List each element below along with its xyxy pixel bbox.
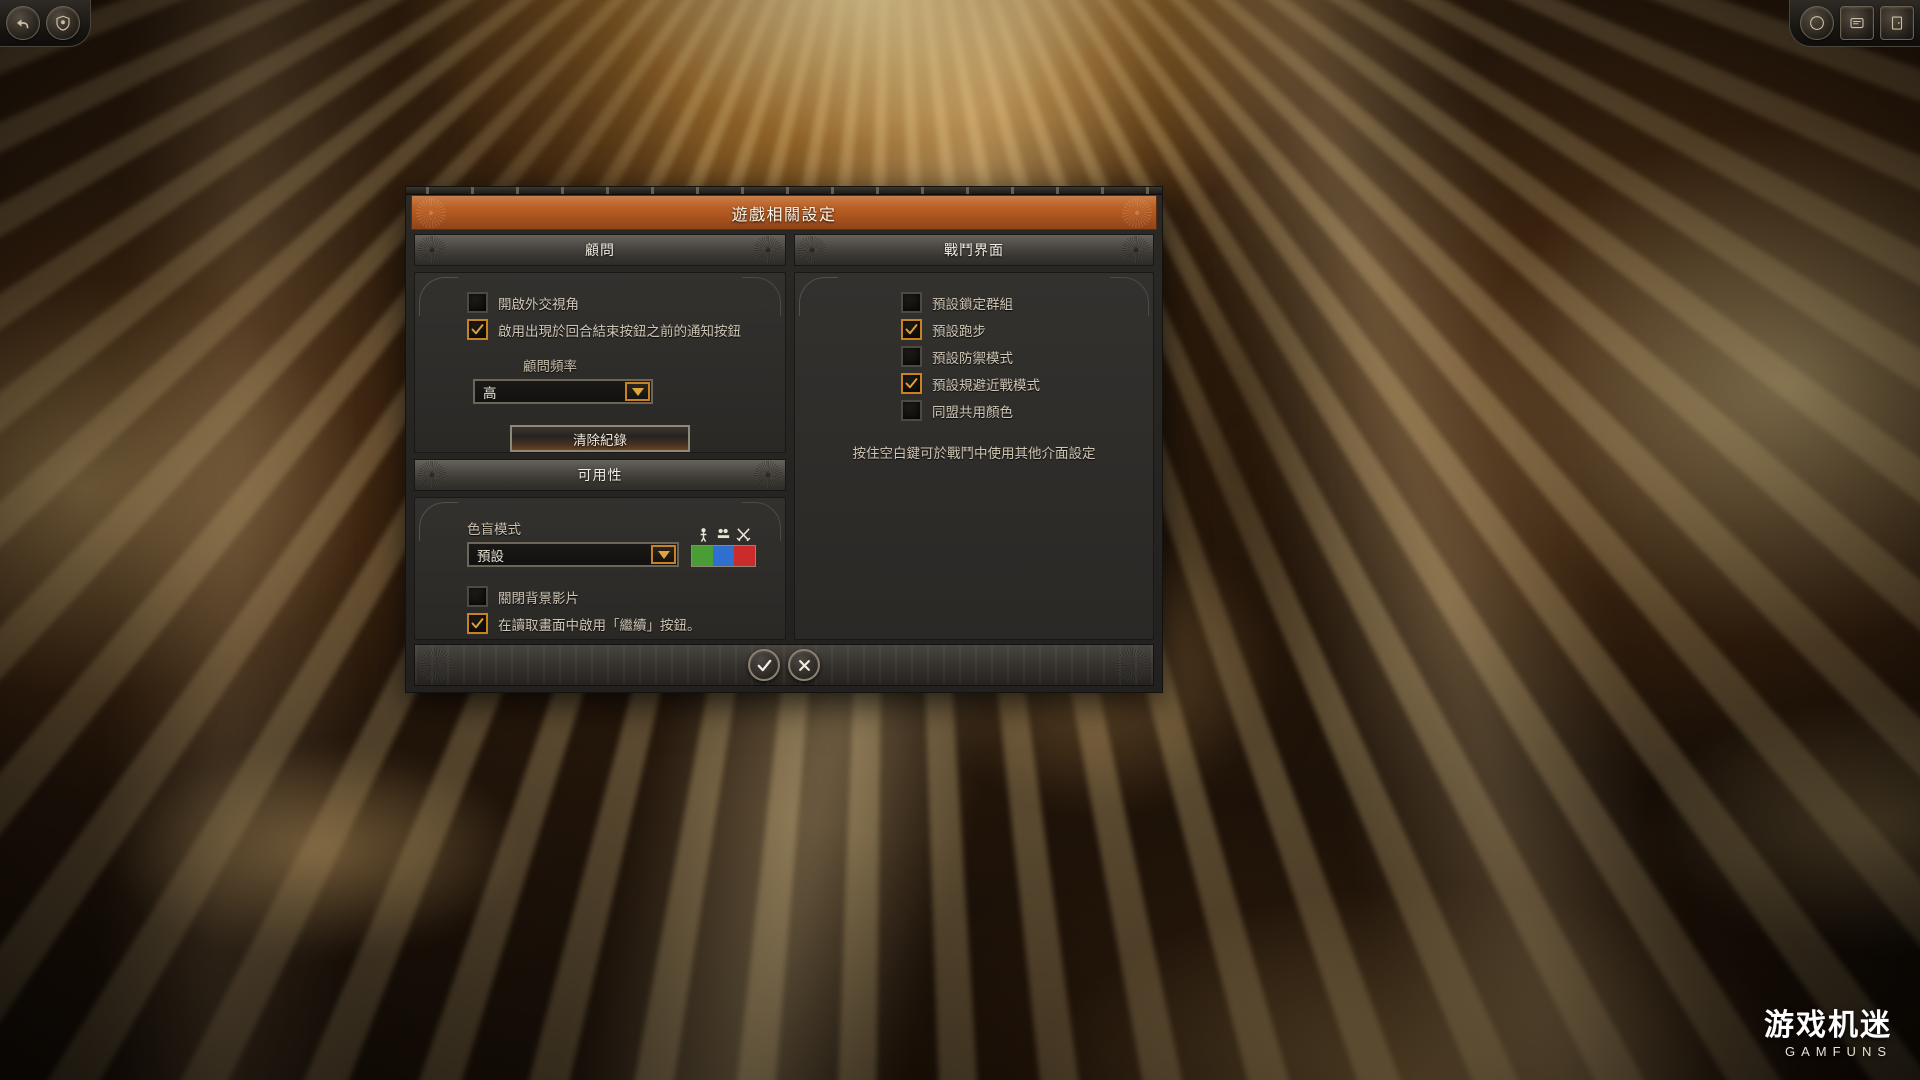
- checkbox-allied-shared-colour[interactable]: [901, 400, 922, 421]
- check-icon: [471, 618, 484, 629]
- accessibility-section-body: 色盲模式 預設 關閉背景影片 在讀取畫面中啟用「繼續」按鈕。: [414, 497, 786, 640]
- clear-record-button[interactable]: 清除紀錄: [510, 425, 690, 452]
- accessibility-section-title: 可用性: [577, 468, 623, 484]
- colorblind-mode-dropdown[interactable]: 預設: [467, 542, 679, 567]
- swatch-red: [734, 546, 755, 566]
- watermark-line-2: GAMFUNS: [1785, 1044, 1892, 1059]
- checkbox-row-end-turn-notification[interactable]: 啟用出現於回合結束按鈕之前的通知按鈕: [415, 316, 785, 343]
- checkbox-label-allied-shared-colour: 同盟共用顏色: [932, 404, 1013, 421]
- dialog-top-studs: [406, 187, 1162, 195]
- checkbox-row-loading-continue-button[interactable]: 在讀取畫面中啟用「繼續」按鈕。: [415, 610, 785, 637]
- advisor-section-body: 開啟外交視角 啟用出現於回合結束按鈕之前的通知按鈕 顧問頻率 高 清除紀錄: [414, 272, 786, 453]
- checkbox-label-loading-continue-button: 在讀取畫面中啟用「繼續」按鈕。: [498, 617, 701, 634]
- checkbox-row-allied-shared-colour[interactable]: 同盟共用顏色: [795, 397, 1153, 424]
- battle-ui-section-title: 戰鬥界面: [944, 243, 1004, 259]
- checkbox-label-default-skirmish-mode: 預設規避近戰模式: [932, 377, 1040, 394]
- dialog-panels: 顧問 開啟外交視角 啟用出現於回合結束按鈕之前的通知按鈕 顧問頻率 高 清除紀錄…: [414, 234, 1154, 640]
- checkbox-row-default-lock-group[interactable]: 預設鎖定群組: [795, 289, 1153, 316]
- chevron-down-icon[interactable]: [625, 382, 650, 401]
- exit-button[interactable]: [1880, 6, 1914, 40]
- colorblind-mode-value: 預設: [477, 548, 504, 565]
- help-button[interactable]: [1800, 6, 1834, 40]
- back-arrow-icon: [17, 19, 29, 29]
- game-settings-dialog: 遊戲相關設定 顧問 開啟外交視角 啟用出現於回合結束按鈕之前的通知按鈕 顧問頻率…: [405, 186, 1163, 693]
- advisor-frequency-dropdown[interactable]: 高: [473, 379, 653, 404]
- dialog-footer: [414, 644, 1154, 686]
- checkbox-row-default-guard-mode[interactable]: 預設防禦模式: [795, 343, 1153, 370]
- check-icon: [905, 324, 918, 335]
- top-left-button-cluster: [0, 0, 91, 47]
- chevron-down-icon[interactable]: [651, 545, 676, 564]
- checkbox-label-diplomacy-view: 開啟外交視角: [498, 296, 579, 313]
- checkbox-disable-background-video[interactable]: [467, 586, 488, 607]
- back-button[interactable]: [6, 6, 40, 40]
- cavalry-icon: [717, 528, 730, 539]
- check-icon: [757, 659, 771, 671]
- checkbox-default-run[interactable]: [901, 319, 922, 340]
- accessibility-checkbox-list: 關閉背景影片 在讀取畫面中啟用「繼續」按鈕。: [415, 567, 785, 637]
- advisor-frequency-dropdown-wrap: 高: [415, 375, 785, 404]
- check-icon: [905, 378, 918, 389]
- advisor-frequency-value: 高: [483, 385, 497, 402]
- checkbox-label-default-guard-mode: 預設防禦模式: [932, 350, 1013, 367]
- compass-icon: [1810, 16, 1824, 30]
- swatch-blue: [713, 546, 734, 566]
- colorblind-preview: [691, 526, 756, 567]
- cancel-button[interactable]: [788, 649, 820, 681]
- watermark-line-1: 游戏机迷: [1764, 1008, 1892, 1043]
- advisor-section-header: 顧問: [414, 234, 786, 266]
- dialog-title-bar: 遊戲相關設定: [411, 195, 1157, 230]
- watermark: 游戏机迷 GAMFUNS: [1764, 1008, 1892, 1059]
- unit-icon-group: [691, 526, 756, 543]
- save-game-button[interactable]: [1840, 6, 1874, 40]
- checkbox-row-default-run[interactable]: 預設跑步: [795, 316, 1153, 343]
- checkbox-label-disable-background-video: 關閉背景影片: [498, 590, 579, 607]
- checkbox-default-skirmish-mode[interactable]: [901, 373, 922, 394]
- crossed-swords-icon: [736, 528, 751, 542]
- shield-icon: [56, 15, 70, 31]
- battle-ui-checkbox-list: 預設鎖定群組 預設跑步 預設防禦模式 預設規避近戰模式 同盟共用顏色 按住空白鍵…: [795, 273, 1153, 462]
- battle-ui-section-header: 戰鬥界面: [794, 234, 1154, 266]
- checkbox-default-lock-group[interactable]: [901, 292, 922, 313]
- accessibility-section-header: 可用性: [414, 459, 786, 491]
- checkbox-label-default-run: 預設跑步: [932, 323, 986, 340]
- checkbox-row-diplomacy-view[interactable]: 開啟外交視角: [415, 289, 785, 316]
- advisor-checkbox-list: 開啟外交視角 啟用出現於回合結束按鈕之前的通知按鈕 顧問頻率 高 清除紀錄: [415, 273, 785, 452]
- colorblind-group: 色盲模式 預設: [415, 498, 785, 567]
- menu-button[interactable]: [46, 6, 80, 40]
- clear-record-button-wrap: 清除紀錄: [415, 404, 785, 452]
- checkbox-row-default-skirmish-mode[interactable]: 預設規避近戰模式: [795, 370, 1153, 397]
- advisor-frequency-group: 顧問頻率: [415, 343, 785, 375]
- swatch-green: [692, 546, 713, 566]
- colorblind-mode-label: 色盲模式: [467, 522, 521, 538]
- checkbox-diplomacy-view[interactable]: [467, 292, 488, 313]
- checkbox-default-guard-mode[interactable]: [901, 346, 922, 367]
- left-column: 顧問 開啟外交視角 啟用出現於回合結束按鈕之前的通知按鈕 顧問頻率 高 清除紀錄…: [414, 234, 786, 640]
- accept-button[interactable]: [748, 649, 780, 681]
- right-column: 戰鬥界面 預設鎖定群組 預設跑步 預設防禦模式 預設規避近戰模式 同盟共用顏色 …: [794, 234, 1154, 640]
- door-icon: [1891, 16, 1903, 30]
- checkbox-label-end-turn-notification: 啟用出現於回合結束按鈕之前的通知按鈕: [498, 323, 741, 340]
- battle-ui-section-body: 預設鎖定群組 預設跑步 預設防禦模式 預設規避近戰模式 同盟共用顏色 按住空白鍵…: [794, 272, 1154, 640]
- checkbox-label-default-lock-group: 預設鎖定群組: [932, 296, 1013, 313]
- battle-ui-hint-text: 按住空白鍵可於戰鬥中使用其他介面設定: [852, 446, 1096, 462]
- advisor-frequency-label: 顧問頻率: [523, 359, 577, 375]
- scroll-icon: [1850, 17, 1864, 29]
- advisor-section-title: 顧問: [585, 243, 615, 259]
- colorblind-swatch-strip: [691, 545, 756, 567]
- top-right-button-cluster: [1789, 0, 1920, 47]
- infantry-icon: [700, 528, 707, 542]
- checkbox-row-disable-background-video[interactable]: 關閉背景影片: [415, 583, 785, 610]
- check-icon: [471, 324, 484, 335]
- checkbox-end-turn-notification[interactable]: [467, 319, 488, 340]
- dialog-title: 遊戲相關設定: [731, 204, 837, 224]
- checkbox-loading-continue-button[interactable]: [467, 613, 488, 634]
- close-icon: [798, 659, 810, 671]
